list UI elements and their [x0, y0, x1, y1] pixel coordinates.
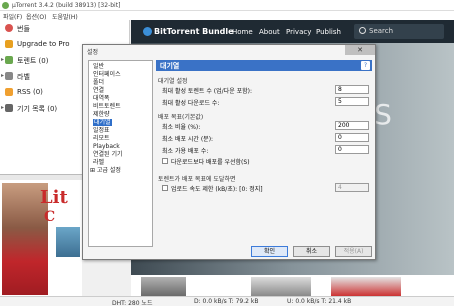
- category-remote[interactable]: 리모트: [93, 135, 110, 142]
- expand-icon[interactable]: ▸: [1, 104, 4, 111]
- category-scheduler[interactable]: 일정표: [93, 127, 110, 134]
- section-queue-settings: 대기열 설정: [158, 78, 188, 85]
- min-ratio-label: 최소 비율 (%):: [162, 124, 201, 131]
- limit-upload-input[interactable]: 4: [335, 183, 369, 192]
- close-button[interactable]: ✕: [345, 45, 375, 55]
- max-downloads-label: 최대 활성 다운로드 수:: [162, 100, 220, 107]
- category-labels[interactable]: 라벨: [93, 159, 104, 166]
- sidebar-item-label: 기기 목록 (0): [17, 105, 58, 113]
- upgrade-icon: [5, 40, 13, 48]
- category-queueing[interactable]: 대기열: [93, 119, 112, 126]
- cancel-button[interactable]: 취소: [293, 246, 330, 257]
- utorrent-logo-icon: [2, 2, 9, 9]
- rss-icon: [5, 88, 13, 96]
- help-icon[interactable]: ?: [361, 61, 370, 70]
- ad-mini-photo: [56, 227, 80, 257]
- category-connection[interactable]: 연결: [93, 87, 104, 94]
- nav-home[interactable]: Home: [232, 28, 253, 36]
- search-icon: [359, 27, 366, 34]
- section-seeding-goal: 배포 목표(기본값): [158, 114, 204, 121]
- panel-header: 대기열 ?: [156, 60, 372, 71]
- status-bar: DHT: 280 노드 D: 0.0 kB/s T: 79.2 kB U: 0.…: [0, 296, 454, 306]
- limit-upload-label[interactable]: 업로드 속도 제한 (kB/초): [0: 정지]: [171, 184, 263, 193]
- sidebar-item-bundle[interactable]: 번들: [0, 21, 130, 35]
- panel-title: 대기열: [160, 62, 180, 70]
- category-tree: 일반 인터페이스 폴더 연결 대역폭 비트토렌트 제한량 대기열 일정표 리모트…: [88, 60, 153, 247]
- bundle-icon: [5, 24, 13, 32]
- category-transfer-cap[interactable]: 제한량: [93, 111, 110, 118]
- dht-status[interactable]: DHT: 280 노드: [112, 298, 152, 306]
- nav-privacy[interactable]: Privacy: [286, 28, 311, 36]
- expand-icon[interactable]: ▸: [1, 72, 4, 79]
- sidebar-item-label: 토렌트 (0): [17, 57, 49, 65]
- prefer-seeding-label[interactable]: 다운로드보다 배포를 우선함(S): [171, 157, 250, 166]
- title-bar: µTorrent 3.4.2 (build 38913) [32-bit]: [0, 0, 454, 11]
- category-bandwidth[interactable]: 대역폭: [93, 95, 110, 102]
- category-bittorrent[interactable]: 비트토렌트: [93, 103, 121, 110]
- min-seed-time-label: 최소 배포 시간 (분):: [162, 136, 214, 143]
- nav-publish[interactable]: Publish: [316, 28, 341, 36]
- menu-bar: 파일(F) 옵션(O) 도움말(H): [0, 11, 454, 21]
- sidebar-item-label: 라벨: [17, 73, 30, 81]
- ad-panel[interactable]: Lit C: [0, 174, 82, 296]
- ad-headline-2: C: [44, 209, 56, 225]
- max-active-label: 최대 활성 토렌트 수 (업/다운 포함):: [162, 88, 253, 95]
- bittorrent-logo-icon: [143, 27, 152, 36]
- sidebar-item-label: Upgrade to Pro: [17, 40, 70, 48]
- thumbnail[interactable]: [251, 277, 311, 296]
- bundle-search-input[interactable]: Search: [354, 24, 444, 39]
- min-availability-label: 최소 가용 배포 수:: [162, 148, 209, 155]
- ok-button[interactable]: 확인: [251, 246, 288, 257]
- settings-dialog: 설정 ✕ 일반 인터페이스 폴더 연결 대역폭 비트토렌트 제한량 대기열 일정…: [82, 44, 376, 260]
- search-placeholder: Search: [369, 27, 394, 35]
- sidebar-item-label: 번들: [17, 25, 30, 33]
- sidebar-item-label: RSS (0): [17, 88, 43, 96]
- queueing-panel: 대기열 ? 대기열 설정 최대 활성 토렌트 수 (업/다운 포함): 8 최대…: [156, 60, 372, 247]
- section-goal-reached: 토렌트가 배포 목표에 도달하면: [158, 176, 236, 183]
- bundle-logo[interactable]: BitTorrent Bundle: [154, 27, 234, 36]
- min-seed-time-input[interactable]: 0: [335, 133, 369, 142]
- expand-icon[interactable]: ▸: [1, 56, 4, 63]
- labels-icon: [5, 72, 13, 80]
- bundle-header: BitTorrent Bundle Home About Privacy Pub…: [131, 20, 454, 43]
- torrents-icon: [5, 56, 13, 64]
- max-active-input[interactable]: 8: [335, 85, 369, 94]
- max-downloads-input[interactable]: 5: [335, 97, 369, 106]
- prefer-seeding-checkbox[interactable]: [162, 158, 168, 164]
- dialog-title: 설정: [87, 49, 99, 56]
- category-folders[interactable]: 폴더: [93, 79, 104, 86]
- bundle-thumbnails: [131, 275, 454, 296]
- category-playback[interactable]: Playback: [93, 143, 120, 150]
- download-status[interactable]: D: 0.0 kB/s T: 79.2 kB: [194, 298, 258, 305]
- min-availability-input[interactable]: 0: [335, 145, 369, 154]
- upload-status[interactable]: U: 0.0 kB/s T: 21.4 kB: [287, 298, 351, 305]
- nav-about[interactable]: About: [259, 28, 280, 36]
- category-interface[interactable]: 인터페이스: [93, 71, 121, 78]
- thumbnail[interactable]: [331, 277, 401, 296]
- apply-button[interactable]: 적용(A): [335, 246, 372, 257]
- limit-upload-checkbox[interactable]: [162, 185, 168, 191]
- devices-icon: [5, 104, 13, 112]
- ad-header-bar: [0, 175, 82, 180]
- window-title: µTorrent 3.4.2 (build 38913) [32-bit]: [12, 2, 121, 9]
- category-general[interactable]: 일반: [93, 63, 104, 70]
- ad-headline: Lit: [40, 187, 68, 208]
- category-advanced[interactable]: ⊞ 고급 설정: [90, 167, 121, 174]
- thumbnail[interactable]: [141, 277, 186, 296]
- min-ratio-input[interactable]: 200: [335, 121, 369, 130]
- category-paired-devices[interactable]: 연결된 기기: [93, 151, 123, 158]
